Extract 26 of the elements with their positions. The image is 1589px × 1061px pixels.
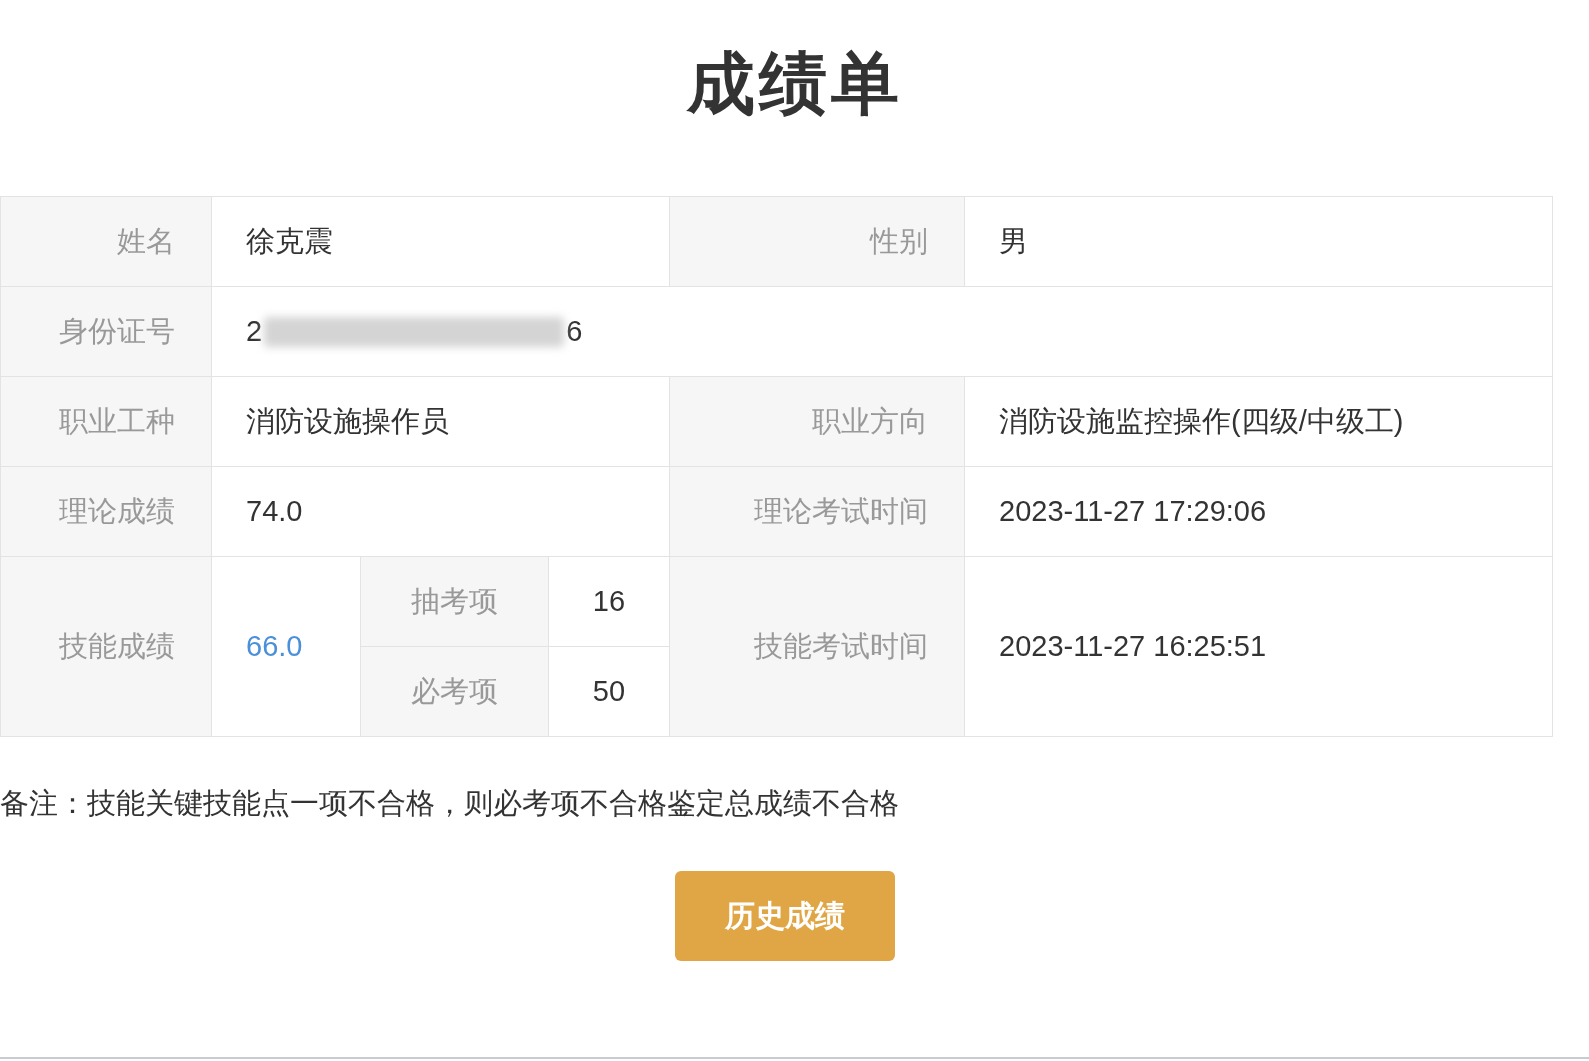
field-value: 消防设施操作员 [212,377,669,466]
field-label: 理论考试时间 [670,467,964,556]
field-label: 抽考项 [361,557,548,646]
field-label: 技能成绩 [1,557,211,736]
field-value: 50 [549,647,669,736]
field-label: 身份证号 [1,287,211,376]
field-label: 职业方向 [670,377,964,466]
id-number-start: 2 [246,313,263,349]
note-text: 备注：技能关键技能点一项不合格，则必考项不合格鉴定总成绩不合格 [0,786,900,821]
field-label: 性别 [670,197,964,286]
page-title: 成绩单 [686,44,903,123]
field-value: 66.0 [212,557,360,736]
field-value: 徐克震 [212,197,669,286]
field-value: 消防设施监控操作(四级/中级工) [965,377,1552,466]
field-value: 2023-11-27 17:29:06 [965,467,1552,556]
field-label: 技能考试时间 [670,557,964,736]
field-label: 理论成绩 [1,467,211,556]
field-value: 2023-11-27 16:25:51 [965,557,1552,736]
field-value: 男 [965,197,1552,286]
field-label: 必考项 [361,647,548,736]
field-value: 74.0 [212,467,669,556]
field-label: 姓名 [1,197,211,286]
field-label: 职业工种 [1,377,211,466]
id-number-end: 6 [566,313,583,349]
history-scores-button[interactable]: 历史成绩 [674,870,895,961]
field-value: 16 [549,557,669,646]
